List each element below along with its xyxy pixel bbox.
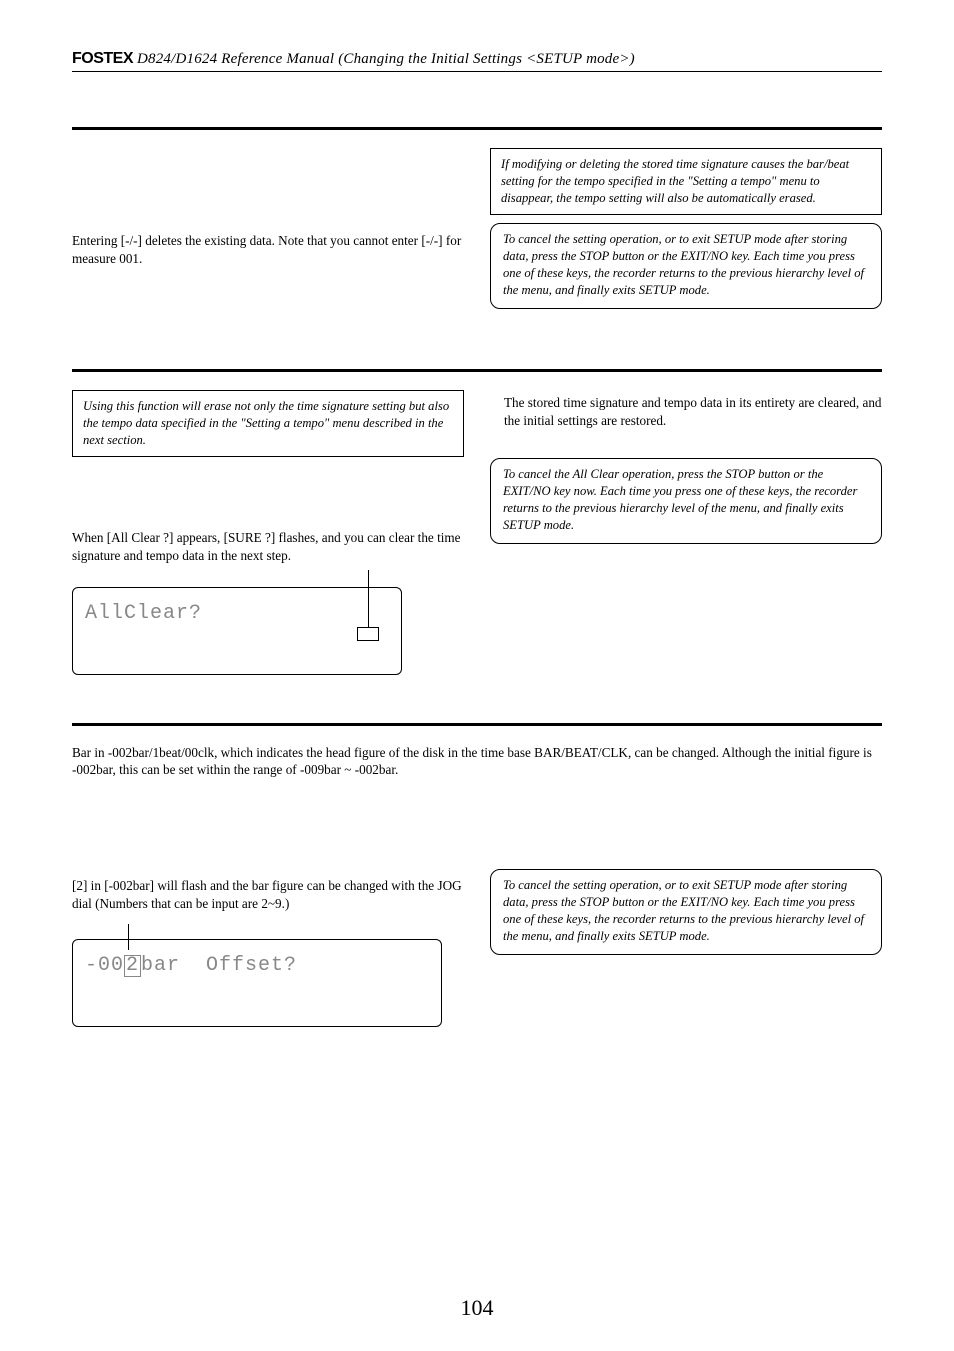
lcd-text: -002bar Offset? bbox=[85, 954, 297, 977]
pointer-arrow bbox=[128, 924, 129, 950]
page-header: FOSTEX D824/D1624 Reference Manual (Chan… bbox=[72, 50, 882, 68]
section-all-clear: Using this function will erase not only … bbox=[72, 369, 882, 675]
cancel-note-box: To cancel the All Clear operation, press… bbox=[490, 458, 882, 544]
page-number: 104 bbox=[0, 1295, 954, 1321]
header-title: D824/D1624 Reference Manual (Changing th… bbox=[133, 51, 635, 67]
pointer-arrow bbox=[357, 570, 379, 641]
cancel-note-box: To cancel the setting operation, or to e… bbox=[490, 223, 882, 309]
lcd-prefix: -00 bbox=[85, 954, 124, 977]
lcd-suffix: bar Offset? bbox=[141, 954, 297, 977]
lcd-text: AllClear? bbox=[85, 602, 202, 625]
warning-box: Using this function will erase not only … bbox=[72, 390, 464, 457]
section-rule bbox=[72, 723, 882, 726]
section-rule bbox=[72, 369, 882, 372]
lcd-display-allclear: AllClear? bbox=[72, 587, 402, 675]
section-bar-offset: Bar in -002bar/1beat/00clk, which indica… bbox=[72, 723, 882, 1027]
section-delete-data: Entering [-/-] deletes the existing data… bbox=[72, 127, 882, 309]
cancel-note-box: To cancel the setting operation, or to e… bbox=[490, 869, 882, 955]
section-rule bbox=[72, 127, 882, 130]
body-text: [2] in [-002bar] will flash and the bar … bbox=[72, 877, 464, 913]
intro-text: Bar in -002bar/1beat/00clk, which indica… bbox=[72, 744, 882, 780]
note-box: If modifying or deleting the stored time… bbox=[490, 148, 882, 215]
lcd-flashing-digit: 2 bbox=[124, 955, 141, 977]
body-text: Entering [-/-] deletes the existing data… bbox=[72, 232, 464, 268]
body-text: When [All Clear ?] appears, [SURE ?] fla… bbox=[72, 529, 464, 565]
lcd-display-offset: -002bar Offset? bbox=[72, 939, 442, 1027]
brand-logo: FOSTEX bbox=[72, 50, 133, 67]
header-rule bbox=[72, 71, 882, 72]
body-text: The stored time signature and tempo data… bbox=[504, 394, 882, 430]
